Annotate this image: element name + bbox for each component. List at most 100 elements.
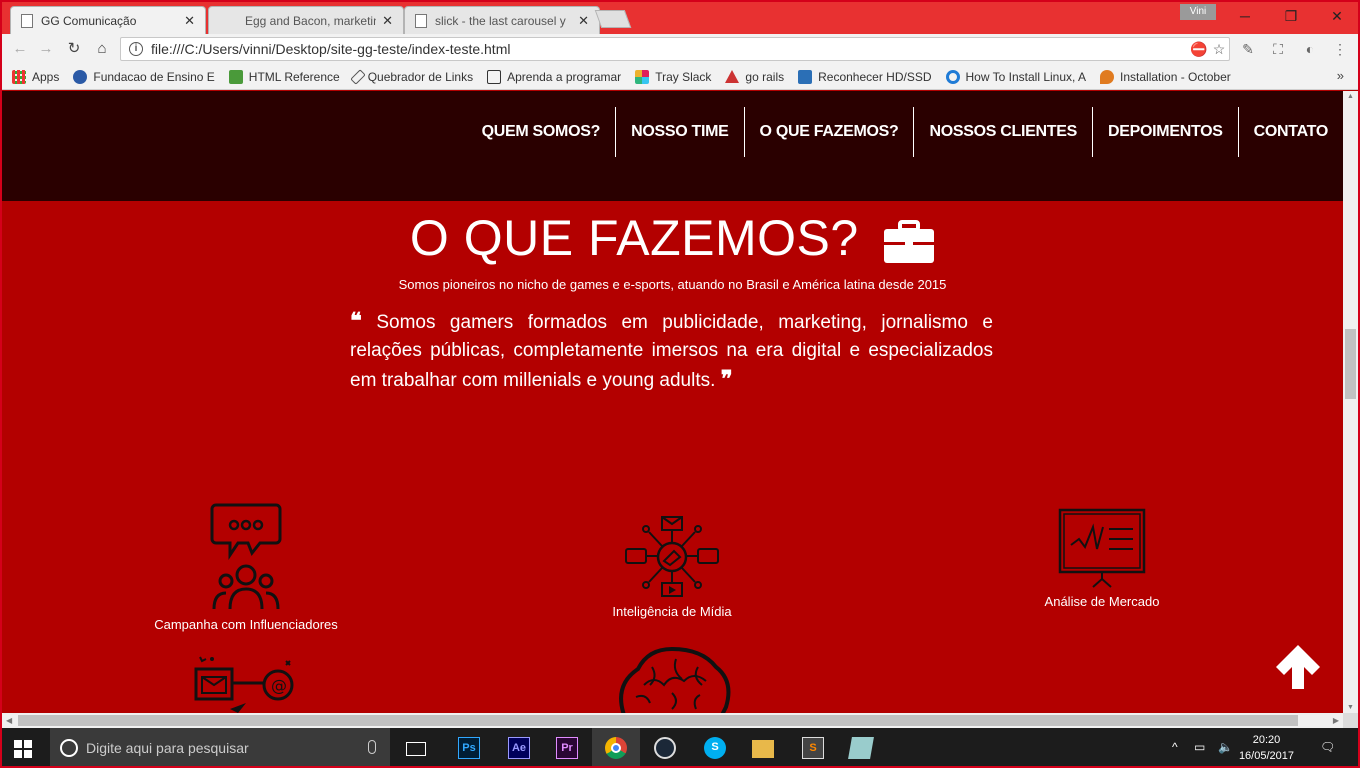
back-icon[interactable]: ←	[10, 39, 30, 59]
gorails-icon	[725, 70, 740, 83]
close-window-icon[interactable]: ✕	[1314, 4, 1358, 28]
bookmark-label: Reconhecer HD/SSD	[818, 69, 932, 84]
tray-chevron-icon[interactable]: ^	[1172, 740, 1178, 754]
taskbar-search[interactable]: Digite aqui para pesquisar	[50, 728, 390, 766]
scroll-up-icon[interactable]: ▲	[1343, 93, 1358, 100]
premiere-icon[interactable]: Pr	[556, 737, 578, 759]
system-clock[interactable]: 20:20 16/05/2017	[1239, 732, 1294, 764]
vertical-scroll-thumb[interactable]	[1345, 329, 1356, 399]
horizontal-scroll-thumb[interactable]	[18, 715, 1298, 726]
vertical-scrollbar[interactable]: ▲ ▼	[1343, 91, 1358, 713]
service-influenciadores: Campanha com Influenciadores	[142, 501, 350, 632]
windows-start-icon[interactable]	[14, 740, 32, 758]
menu-o-que-fazemos[interactable]: O QUE FAZEMOS?	[743, 107, 914, 157]
address-toolbar: ← → ↻ ⌂ i file:///C:/Users/vinni/Desktop…	[2, 34, 1358, 64]
steam-icon[interactable]	[654, 737, 676, 759]
task-view-icon[interactable]	[406, 742, 426, 756]
bookmark-label: How To Install Linux, A	[965, 69, 1087, 84]
code-icon	[487, 69, 502, 84]
link-tool-icon	[349, 68, 366, 85]
bookmark-reconhecer[interactable]: Reconhecer HD/SSD	[798, 69, 932, 84]
bookmark-quebrador[interactable]: Quebrador de Links	[349, 68, 473, 85]
bookmark-label: Apps	[32, 69, 60, 84]
blocked-icon[interactable]: ⛔	[1189, 41, 1209, 58]
menu-nossos-clientes[interactable]: NOSSOS CLIENTES	[913, 107, 1092, 157]
windows-taskbar: Digite aqui para pesquisar Ps Ae Pr S S …	[2, 728, 1358, 766]
photoshop-icon[interactable]: Ps	[458, 737, 480, 759]
menu-depoimentos[interactable]: DEPOIMENTOS	[1092, 107, 1238, 157]
menu-quem-somos[interactable]: QUEM SOMOS?	[467, 107, 615, 157]
search-placeholder[interactable]: Digite aqui para pesquisar	[86, 740, 249, 756]
bookmark-aprenda[interactable]: Aprenda a programar	[487, 69, 621, 84]
market-chart-board-icon	[1058, 508, 1146, 588]
bookmark-how-to-install[interactable]: How To Install Linux, A	[945, 69, 1087, 84]
bookmark-tray-slack[interactable]: Tray Slack	[635, 69, 712, 84]
sublime-icon[interactable]: S	[802, 737, 824, 759]
bookmark-installation-october[interactable]: Installation - October	[1100, 69, 1231, 84]
blockquote: ❝ Somos gamers formados em publicidade, …	[350, 307, 993, 395]
after-effects-icon[interactable]: Ae	[508, 737, 530, 759]
bookmark-label: Installation - October	[1120, 69, 1231, 84]
quote-text: Somos gamers formados em publicidade, ma…	[350, 312, 993, 391]
minimize-icon[interactable]: ─	[1222, 4, 1268, 28]
tab-egg-and-bacon[interactable]: Egg and Bacon, marketin ✕	[208, 6, 404, 34]
tab-slick[interactable]: slick - the last carousel y ✕	[404, 6, 600, 34]
notes-app-icon[interactable]	[848, 737, 874, 759]
address-bar[interactable]: i file:///C:/Users/vinni/Desktop/site-gg…	[120, 37, 1230, 61]
service-label: Campanha com Influenciadores	[154, 617, 338, 632]
eyedropper-icon[interactable]: ✎	[1238, 41, 1258, 59]
influencer-chat-icon	[210, 503, 282, 610]
volume-icon[interactable]: 🔈	[1218, 740, 1233, 754]
network-icon[interactable]: ▭	[1194, 740, 1205, 754]
bookmark-apps[interactable]: Apps	[12, 69, 60, 84]
menu-nosso-time[interactable]: NOSSO TIME	[615, 107, 743, 157]
close-icon[interactable]: ✕	[382, 13, 393, 29]
close-icon[interactable]: ✕	[578, 13, 589, 29]
profile-button[interactable]: Vini	[1180, 4, 1216, 20]
section-title: O QUE FAZEMOS?	[409, 210, 859, 266]
cortana-icon[interactable]	[60, 739, 78, 757]
bookmark-star-icon[interactable]: ☆	[1209, 41, 1229, 58]
maximize-icon[interactable]: ❐	[1268, 4, 1314, 28]
october-icon	[1100, 69, 1115, 84]
notifications-icon[interactable]: 🗨	[1320, 740, 1335, 754]
brain-icon	[619, 646, 731, 713]
menu-icon[interactable]: ⋮	[1330, 41, 1350, 59]
scroll-down-icon[interactable]: ▼	[1343, 704, 1358, 711]
close-icon[interactable]: ✕	[184, 13, 195, 29]
service-label: Inteligência de Mídia	[612, 604, 732, 619]
more-bookmarks-icon[interactable]: »	[1337, 68, 1344, 83]
chrome-taskbar-button[interactable]	[592, 728, 640, 766]
clock-date: 16/05/2017	[1238, 750, 1294, 762]
scroll-to-top-icon[interactable]	[1272, 643, 1324, 691]
horizontal-scrollbar[interactable]: ◀ ▶	[2, 713, 1343, 728]
scroll-right-icon[interactable]: ▶	[1333, 713, 1339, 728]
service-inteligencia-midia: Inteligência de Mídia	[582, 515, 762, 619]
slack-icon	[635, 69, 650, 84]
clock-time: 20:20	[1252, 734, 1281, 746]
page-icon	[21, 13, 33, 28]
apps-grid-icon	[12, 69, 26, 84]
reload-icon[interactable]: ↻	[64, 39, 84, 59]
bookmark-label: HTML Reference	[248, 69, 340, 84]
home-icon[interactable]: ⌂	[92, 39, 112, 59]
extension-icon[interactable]: ◐	[1300, 41, 1320, 59]
screen-capture-icon[interactable]: ⛶	[1268, 41, 1288, 59]
tab-title: Egg and Bacon, marketin	[245, 13, 377, 28]
bookmark-label: Tray Slack	[655, 69, 712, 84]
scroll-left-icon[interactable]: ◀	[6, 713, 12, 728]
service-analise-mercado: Análise de Mercado	[1012, 507, 1192, 609]
tab-strip: GG Comunicação ✕ Egg and Bacon, marketin…	[2, 2, 1358, 34]
forward-icon[interactable]: →	[36, 39, 56, 59]
menu-contato[interactable]: CONTATO	[1237, 107, 1343, 157]
url-text[interactable]: file:///C:/Users/vinni/Desktop/site-gg-t…	[151, 41, 1189, 57]
tab-gg-comunicacao[interactable]: GG Comunicação ✕	[10, 6, 206, 34]
bookmark-html-reference[interactable]: HTML Reference	[228, 69, 340, 84]
skype-icon[interactable]: S	[704, 737, 726, 759]
info-icon[interactable]: i	[129, 42, 143, 56]
file-explorer-icon[interactable]	[752, 740, 774, 758]
bookmark-fundacao[interactable]: Fundacao de Ensino E	[73, 69, 215, 84]
new-tab-button[interactable]	[594, 10, 632, 28]
microphone-icon[interactable]	[368, 740, 376, 754]
bookmark-go-rails[interactable]: go rails	[725, 70, 784, 84]
